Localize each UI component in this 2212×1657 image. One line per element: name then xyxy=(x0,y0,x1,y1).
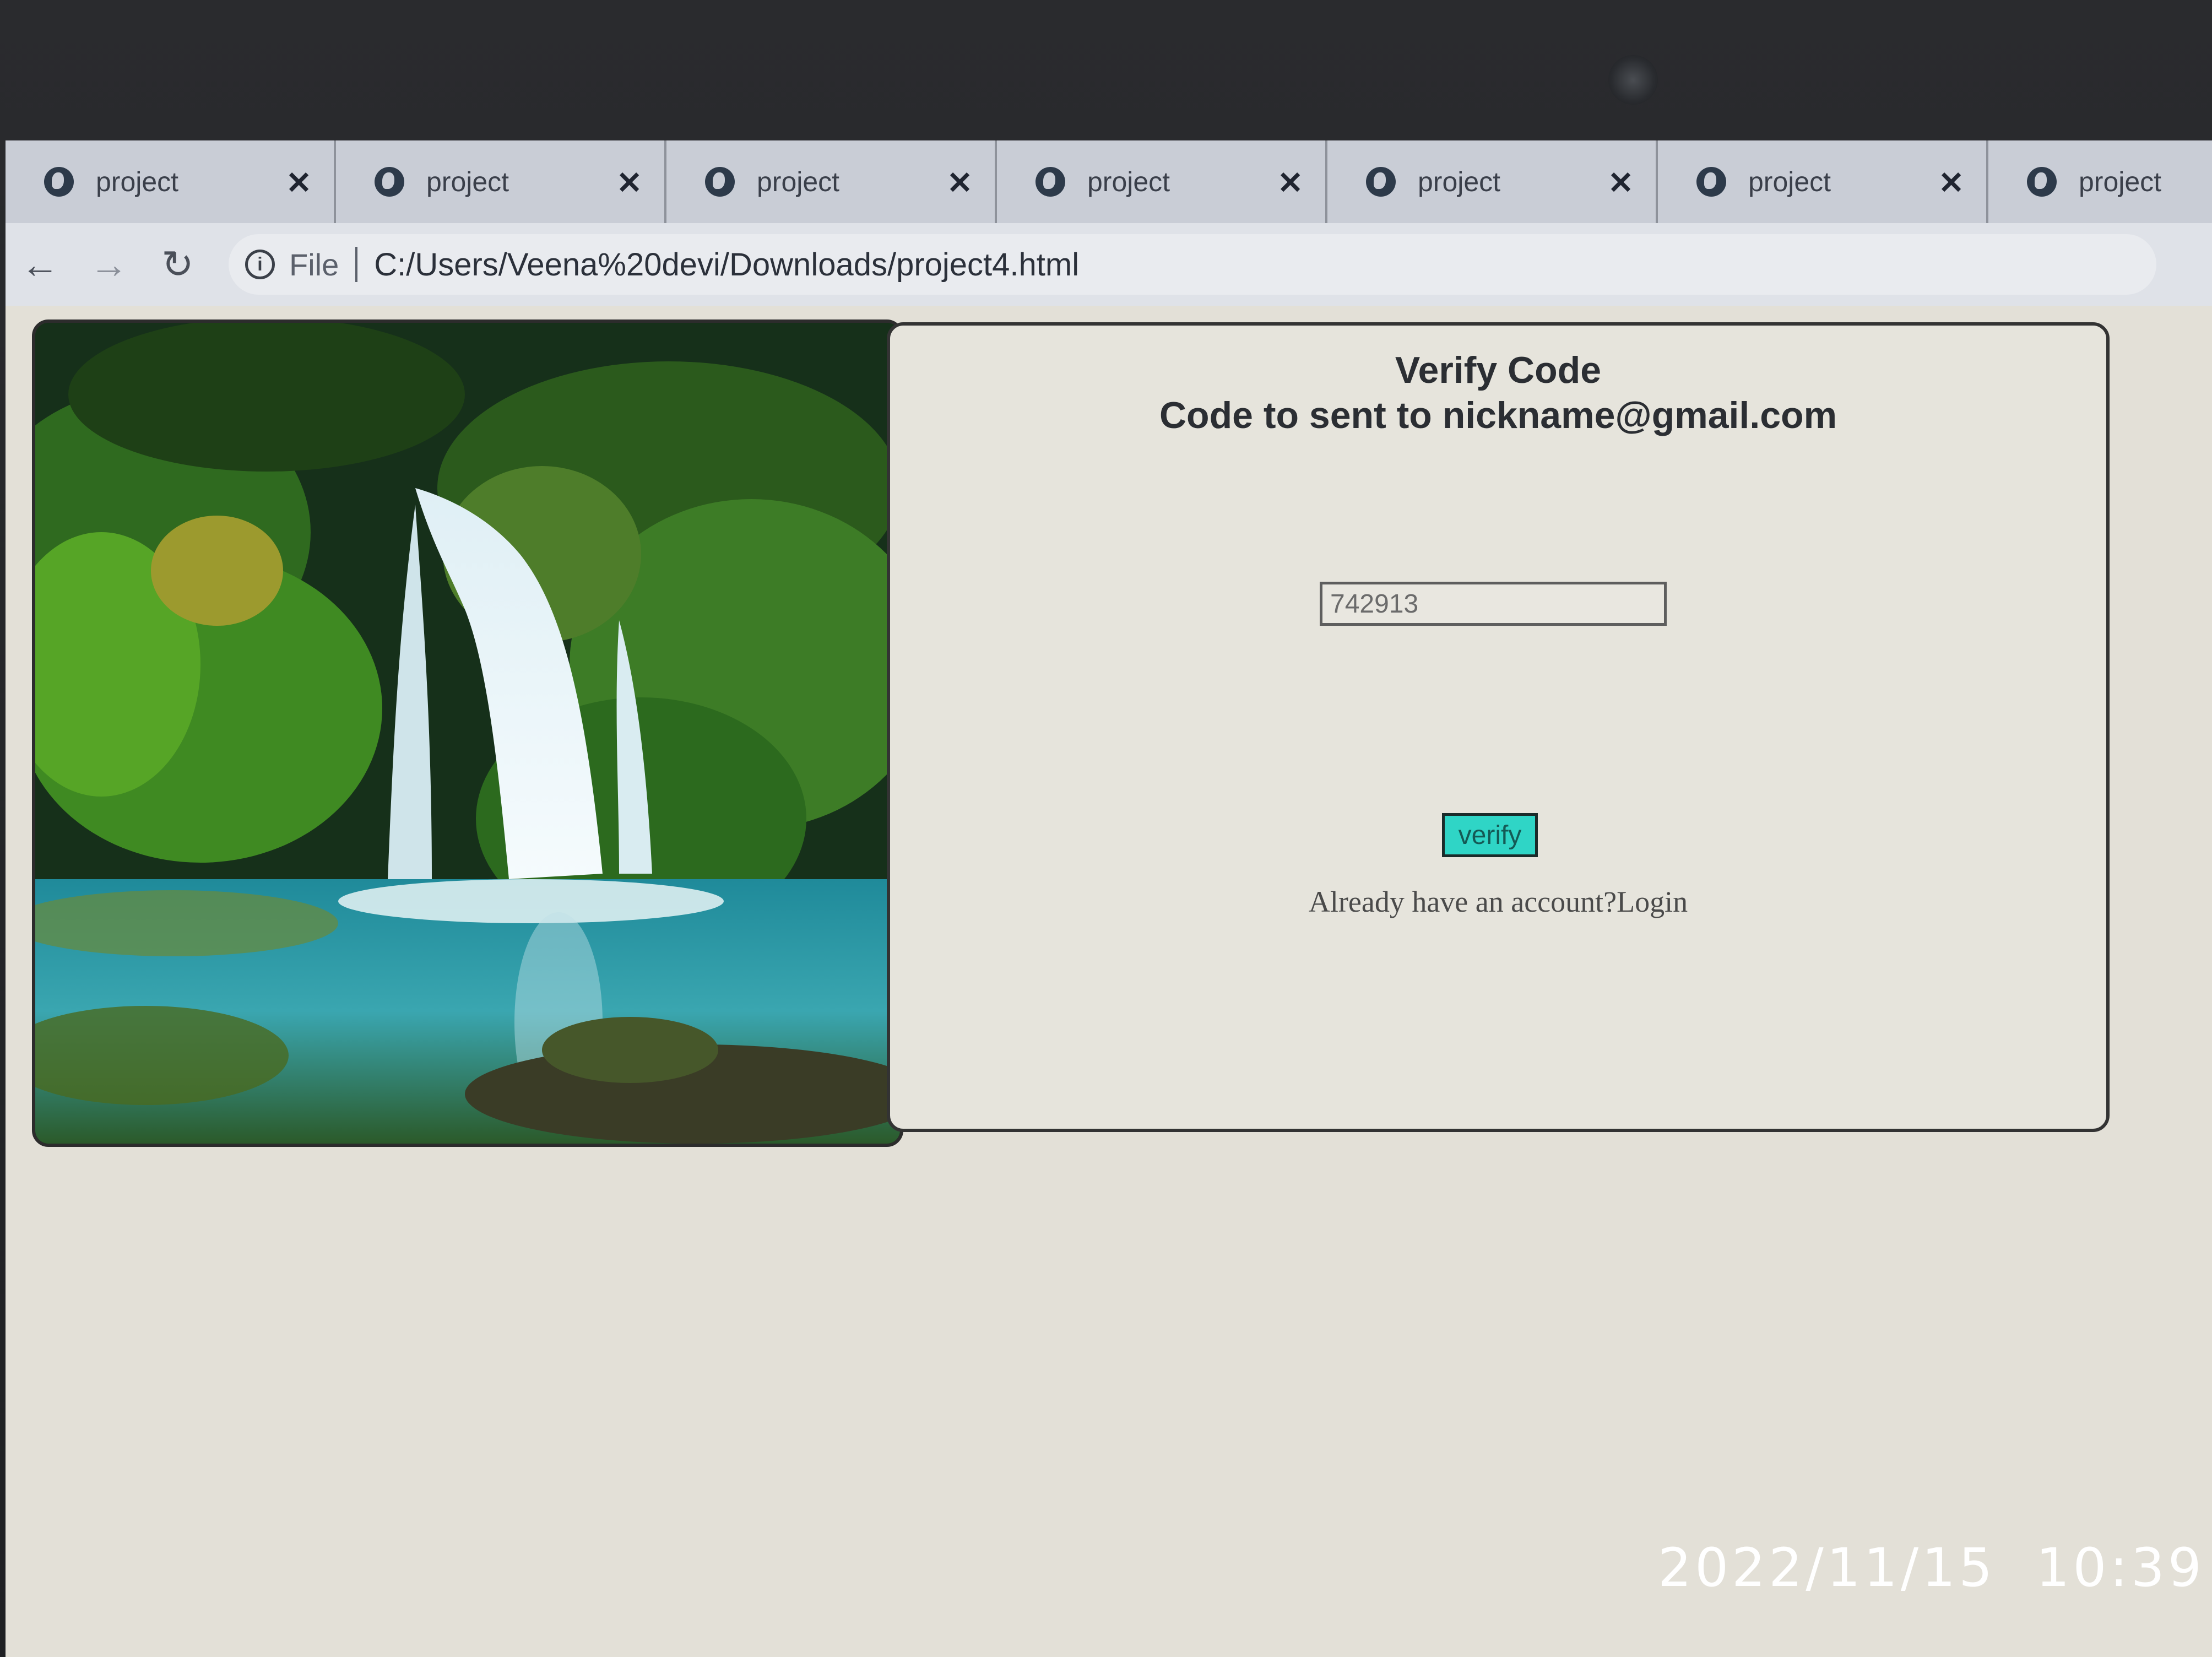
globe-icon xyxy=(1366,167,1396,197)
tab-title: project xyxy=(757,166,840,197)
waterfall-image xyxy=(32,320,903,1147)
tab-title: project xyxy=(1418,166,1501,197)
verification-code-input[interactable] xyxy=(1320,582,1667,626)
browser-tab[interactable]: project xyxy=(1988,140,2212,223)
tab-title: project xyxy=(2079,166,2162,197)
back-arrow-icon[interactable]: ← xyxy=(6,242,74,286)
code-sent-subheading: Code to sent to nickname@gmail.com xyxy=(1159,394,1837,436)
scheme-label: File xyxy=(289,247,339,282)
close-icon[interactable]: ✕ xyxy=(286,165,312,201)
globe-icon xyxy=(2027,167,2057,197)
tab-strip: project ✕ project ✕ project ✕ project ✕ … xyxy=(6,140,2212,223)
browser-tab[interactable]: project ✕ xyxy=(1658,140,1988,223)
globe-icon xyxy=(375,167,404,197)
tab-title: project xyxy=(1748,166,1831,197)
webcam xyxy=(1608,55,1658,105)
login-link[interactable]: Already have an account?Login xyxy=(890,885,2106,919)
browser-tab[interactable]: project ✕ xyxy=(666,140,997,223)
tab-title: project xyxy=(426,166,509,197)
verify-button[interactable]: verify xyxy=(1442,813,1538,857)
browser-tab[interactable]: project ✕ xyxy=(6,140,336,223)
info-icon[interactable]: i xyxy=(245,250,275,279)
reload-icon[interactable]: ↻ xyxy=(143,242,212,287)
globe-icon xyxy=(705,167,735,197)
browser-tab[interactable]: project ✕ xyxy=(997,140,1327,223)
close-icon[interactable]: ✕ xyxy=(1608,165,1634,201)
address-divider xyxy=(355,247,358,282)
forward-arrow-icon[interactable]: → xyxy=(74,242,143,286)
globe-icon xyxy=(1035,167,1065,197)
url-text[interactable]: C:/Users/Veena%20devi/Downloads/project4… xyxy=(374,246,1079,283)
address-bar[interactable]: i File C:/Users/Veena%20devi/Downloads/p… xyxy=(229,234,2156,295)
close-icon[interactable]: ✕ xyxy=(947,165,973,201)
close-icon[interactable]: ✕ xyxy=(1938,165,1964,201)
page-title: Verify Code Code to sent to nickname@gma… xyxy=(890,348,2106,438)
globe-icon xyxy=(1696,167,1726,197)
verify-code-heading: Verify Code xyxy=(1395,349,1602,391)
browser-tab[interactable]: project ✕ xyxy=(1327,140,1658,223)
globe-icon xyxy=(44,167,74,197)
close-icon[interactable]: ✕ xyxy=(1277,165,1303,201)
browser-tab[interactable]: project ✕ xyxy=(336,140,666,223)
browser-toolbar: ← → ↻ i File C:/Users/Veena%20devi/Downl… xyxy=(6,223,2212,306)
browser-window: project ✕ project ✕ project ✕ project ✕ … xyxy=(6,140,2212,1657)
verify-card: Verify Code Code to sent to nickname@gma… xyxy=(887,322,2110,1132)
page-content: Verify Code Code to sent to nickname@gma… xyxy=(6,306,2212,1657)
close-icon[interactable]: ✕ xyxy=(616,165,642,201)
tab-title: project xyxy=(1087,166,1170,197)
tab-title: project xyxy=(96,166,179,197)
photo-timestamp: 2022/11/15 10:39 xyxy=(1658,1537,2205,1599)
